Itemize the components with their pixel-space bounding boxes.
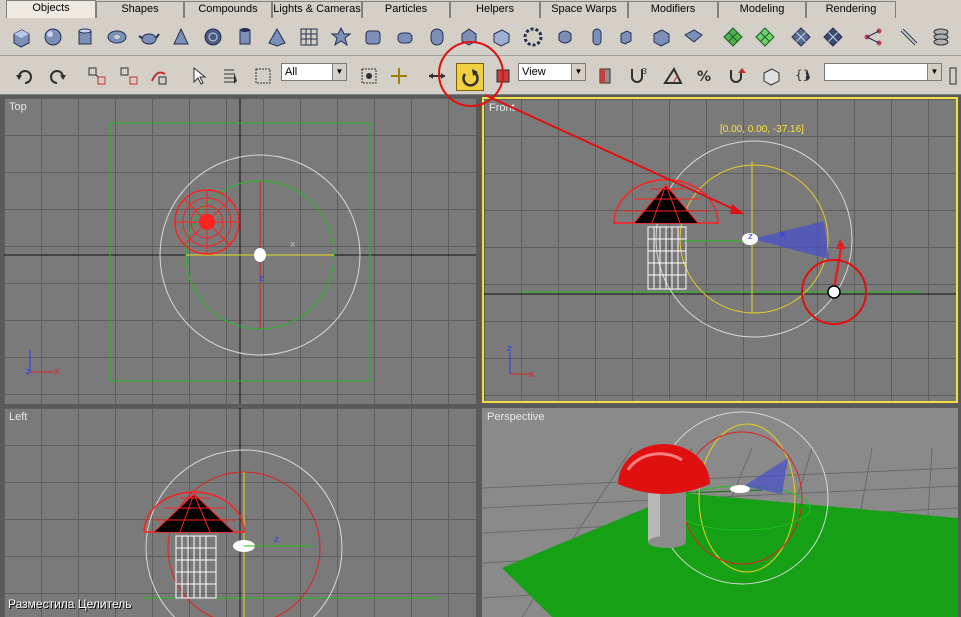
annotation-overlay	[438, 41, 744, 214]
max-ui: Objects Shapes Compounds Lights & Camera…	[0, 0, 961, 617]
watermark-caption: Разместила Целитель	[8, 597, 132, 611]
